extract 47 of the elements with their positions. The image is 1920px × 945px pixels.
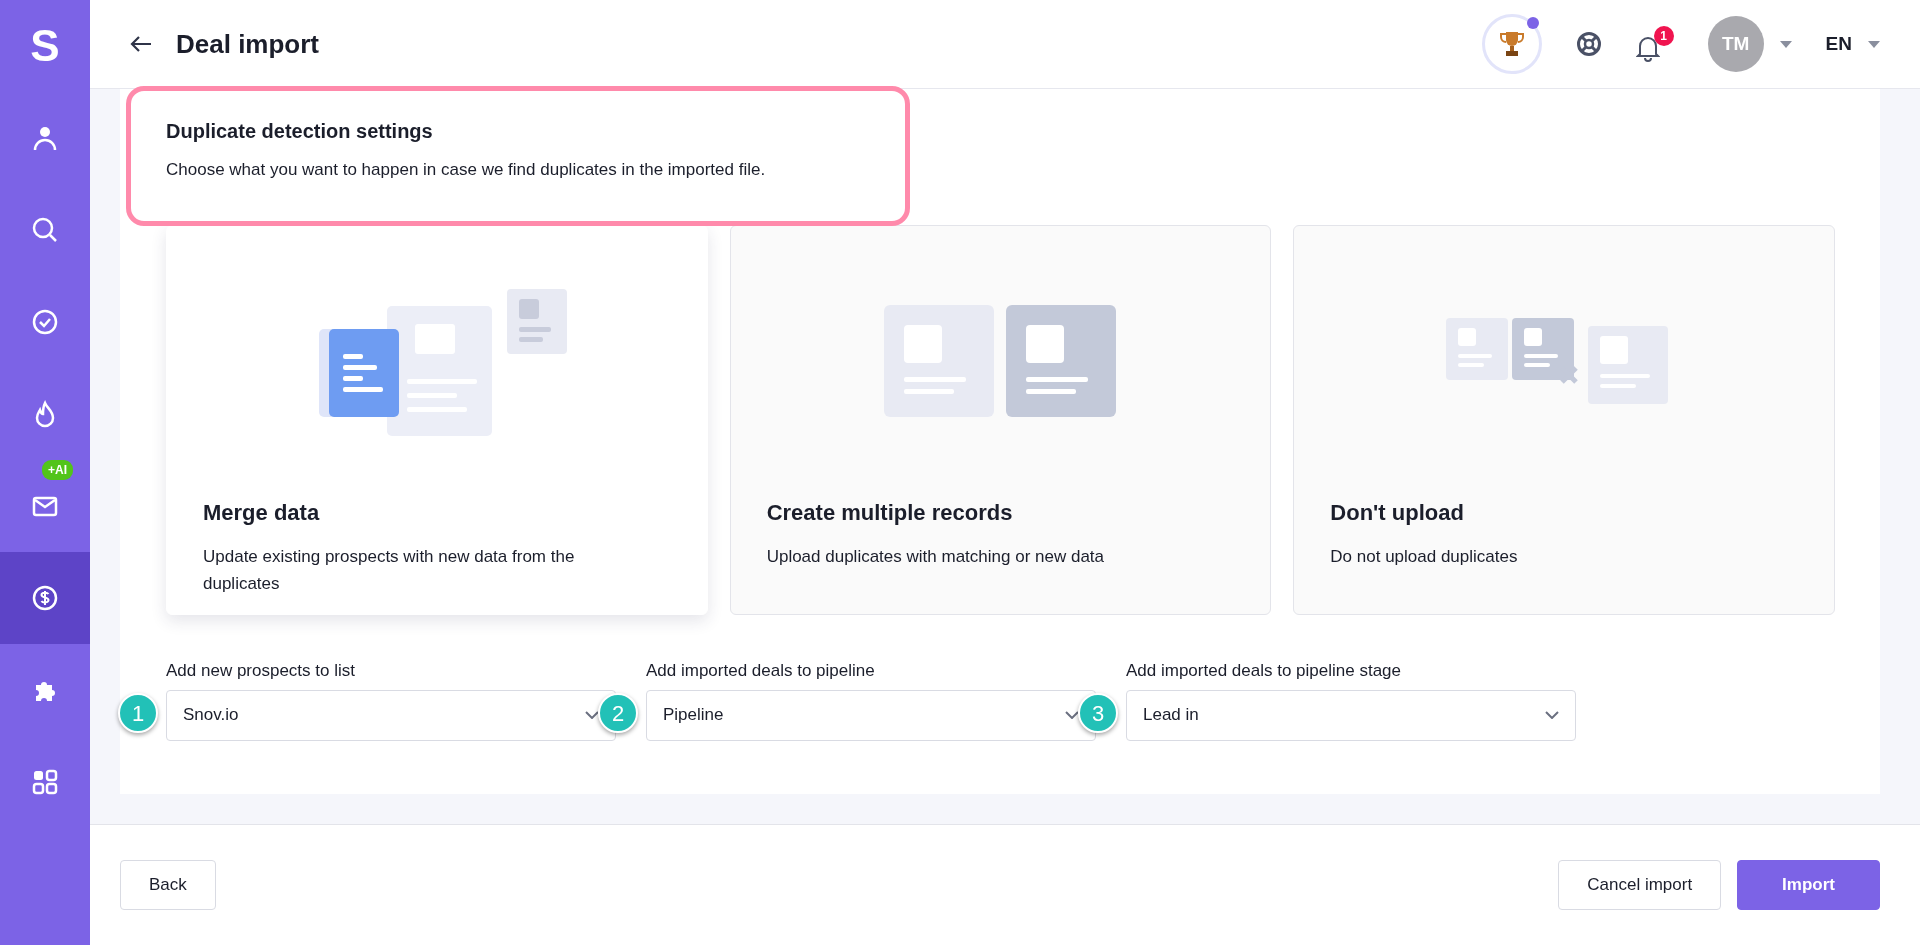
back-button[interactable]: Back bbox=[120, 860, 216, 910]
step-number-marker: 1 bbox=[118, 693, 158, 733]
select-field[interactable]: Lead in bbox=[1126, 689, 1576, 741]
field-label: Add new prospects to list bbox=[166, 660, 356, 682]
notification-count: 1 bbox=[1653, 26, 1674, 46]
option-card[interactable]: Don't upload Do not upload duplicates bbox=[1293, 225, 1835, 615]
select-value: Lead in bbox=[1143, 704, 1199, 727]
option-title: Merge data bbox=[203, 499, 321, 527]
lifebuoy-icon[interactable] bbox=[1575, 31, 1602, 57]
back-arrow-icon[interactable] bbox=[130, 35, 152, 53]
step-number-marker: 3 bbox=[1078, 693, 1118, 733]
ai-badge: +AI bbox=[42, 460, 73, 480]
caret-icon[interactable] bbox=[1779, 40, 1792, 48]
dollar-circle-icon bbox=[31, 584, 59, 612]
cancel-import-button[interactable]: Cancel import bbox=[1558, 860, 1722, 910]
import-button[interactable]: Import bbox=[1737, 860, 1880, 910]
caret-icon[interactable] bbox=[1868, 40, 1880, 48]
chevron-down-icon bbox=[585, 711, 599, 719]
callout-title: Duplicate detection settings bbox=[166, 119, 434, 143]
option-description: Update existing prospects with new data from the duplicates bbox=[203, 546, 576, 596]
notification-dot bbox=[1526, 17, 1539, 29]
step-number-marker: 2 bbox=[598, 693, 638, 733]
option-title: Don't upload bbox=[1330, 499, 1465, 527]
language-selector[interactable]: EN bbox=[1825, 29, 1852, 59]
grid-icon bbox=[31, 768, 59, 796]
sidebar-item[interactable] bbox=[0, 552, 90, 644]
chevron-down-icon bbox=[1545, 711, 1559, 719]
option-title: Create multiple records bbox=[766, 499, 1014, 527]
select-value: Snov.io bbox=[183, 704, 239, 727]
page-title: Deal import bbox=[176, 27, 320, 61]
chevron-down-icon bbox=[1065, 711, 1079, 719]
field-label: Add imported deals to pipeline bbox=[646, 660, 876, 682]
app-logo[interactable]: S bbox=[0, 0, 90, 92]
select-value: Pipeline bbox=[663, 704, 724, 727]
trophy-icon bbox=[1498, 30, 1525, 58]
callout-text: Choose what you want to happen in case we find duplicates in the imported file. bbox=[166, 159, 767, 181]
search-icon bbox=[31, 216, 59, 244]
check-circle-icon bbox=[31, 308, 59, 336]
option-description: Do not upload duplicates bbox=[1330, 546, 1519, 568]
trophy-button[interactable] bbox=[1481, 14, 1542, 74]
bell-icon bbox=[1635, 34, 1660, 62]
person-icon bbox=[31, 124, 59, 152]
field-label: Add imported deals to pipeline stage bbox=[1126, 660, 1402, 682]
option-card[interactable]: Merge data Update existing prospects with new data from the duplicates bbox=[166, 225, 708, 615]
option-card[interactable]: Create multiple records Upload duplicates with matching or new data bbox=[729, 225, 1272, 615]
notifications-button[interactable]: 1 bbox=[1635, 26, 1674, 62]
option-description: Upload duplicates with matching or new data bbox=[766, 546, 1106, 568]
